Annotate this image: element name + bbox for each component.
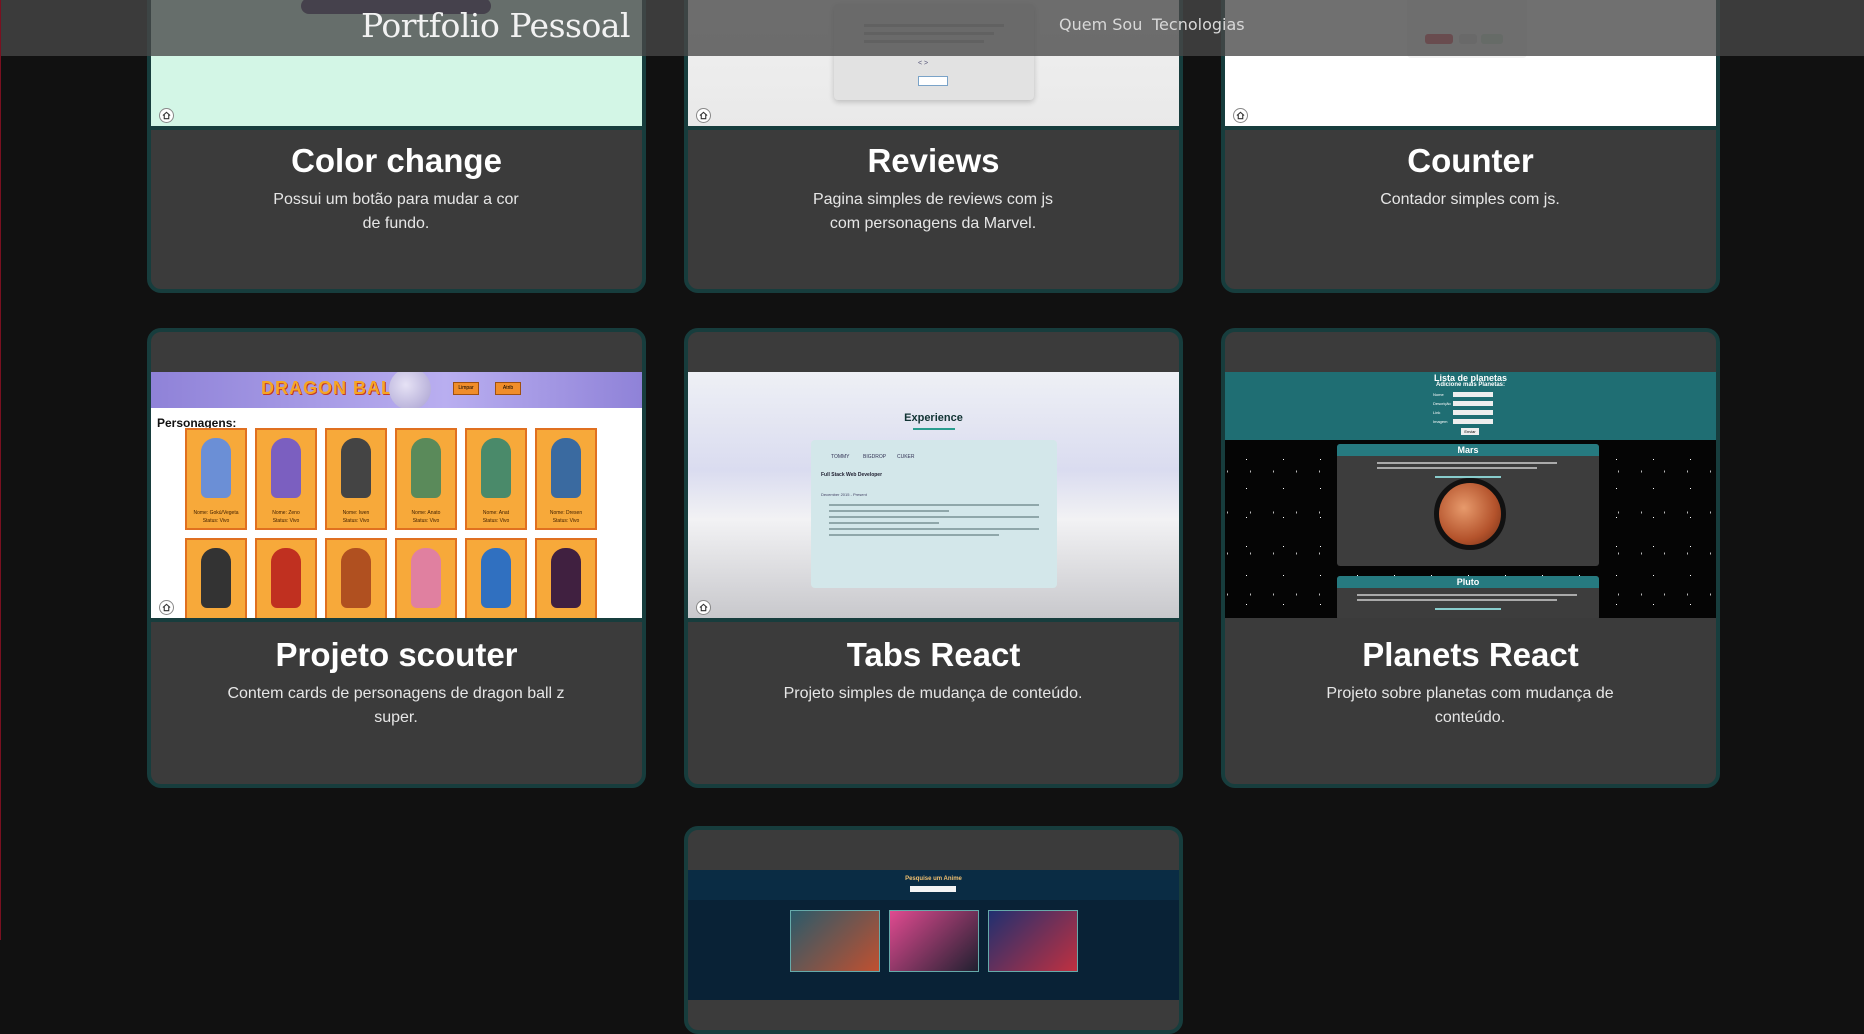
anime-tile (889, 910, 979, 972)
project-title: Tabs React (846, 636, 1021, 673)
navbar: Portfolio Pessoal Quem Sou Tecnologias (1, 0, 1864, 56)
project-card-anime[interactable]: Pesquise um Anime (684, 826, 1183, 1034)
nav-link-tecnologias[interactable]: Tecnologias (1152, 15, 1245, 34)
character-card: Nome: Gokú/Vegeta Status: Vivo (185, 428, 247, 530)
planet-image (1434, 478, 1506, 550)
project-title: Reviews (867, 142, 1000, 179)
project-description: Pagina simples de reviews com js com per… (812, 191, 1054, 232)
project-card-tabs-react[interactable]: Experience TOMMY BIGDROP CUKER Full Stac… (684, 328, 1183, 788)
project-description: Projeto sobre planetas com mudança de co… (1326, 685, 1614, 726)
nav-link-quem-sou[interactable]: Quem Sou (1059, 15, 1142, 34)
project-thumbnail[interactable]: DRAGON BALL Z Limpar Atrib Personagens: … (151, 372, 642, 618)
planet-name: Pluto (1456, 577, 1480, 587)
project-title: Planets React (1362, 636, 1579, 673)
character-card (395, 538, 457, 618)
moon-image (389, 372, 431, 410)
home-icon[interactable] (1233, 108, 1248, 123)
character-card (255, 538, 317, 618)
project-description: Possui um botão para mudar a cor de fund… (273, 191, 519, 232)
character-card: Nome: Iwen Status: Vivo (325, 428, 387, 530)
project-title: Counter (1407, 142, 1534, 179)
home-icon[interactable] (696, 108, 711, 123)
character-card: Nome: Dresen Status: Vivo (535, 428, 597, 530)
character-card: Nome: Anat Status: Vivo (465, 428, 527, 530)
character-card (535, 538, 597, 618)
home-icon[interactable] (159, 108, 174, 123)
brand-title[interactable]: Portfolio Pessoal (361, 6, 631, 45)
project-card-projeto-scouter[interactable]: DRAGON BALL Z Limpar Atrib Personagens: … (147, 328, 646, 788)
preview-button: Limpar (453, 382, 479, 395)
project-description: Projeto simples de mudança de conteúdo. (783, 685, 1083, 702)
project-description: Contem cards de personagens de dragon ba… (227, 685, 565, 726)
project-title: Projeto scouter (275, 636, 518, 673)
anime-tile (988, 910, 1078, 972)
project-card-planets-react[interactable]: Lista de planetas Adicione mais Planetas… (1221, 328, 1720, 788)
home-icon[interactable] (696, 600, 711, 615)
project-thumbnail[interactable]: Lista de planetas Adicione mais Planetas… (1225, 372, 1716, 618)
project-thumbnail[interactable]: Pesquise um Anime (688, 870, 1179, 1030)
preview-search-input (910, 886, 956, 892)
character-card (185, 538, 247, 618)
character-card (465, 538, 527, 618)
project-description: Contador simples com js. (1380, 191, 1560, 208)
character-card: Nome: Anato Status: Vivo (395, 428, 457, 530)
project-title: Color change (291, 142, 502, 179)
preview-heading: Experience (904, 412, 963, 424)
character-card (325, 538, 387, 618)
preview-heading: Pesquise um Anime (905, 876, 962, 882)
project-thumbnail[interactable]: Experience TOMMY BIGDROP CUKER Full Stac… (688, 372, 1179, 618)
character-card: Nome: Zeno Status: Vivo (255, 428, 317, 530)
home-icon[interactable] (159, 600, 174, 615)
preview-button: Atrib (495, 382, 521, 395)
planet-name: Mars (1457, 445, 1479, 455)
anime-tile (790, 910, 880, 972)
